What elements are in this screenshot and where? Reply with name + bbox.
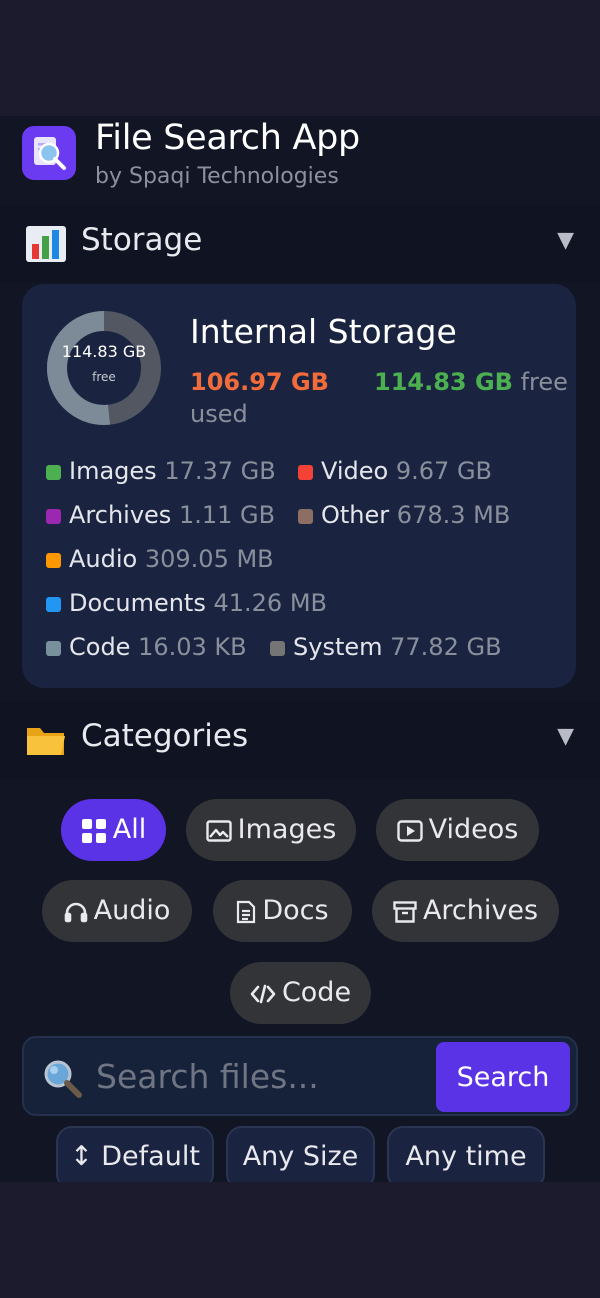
free-value: 114.83 GB — [374, 368, 513, 396]
storage-donut-chart — [47, 311, 161, 425]
time-filter-button[interactable]: Any time — [387, 1126, 545, 1182]
app-logo-icon — [22, 126, 76, 180]
legend-item-other: Other 678.3 MB — [298, 500, 510, 530]
search-input[interactable] — [96, 1048, 436, 1104]
app-header: File Search App by Spaqi Technologies — [0, 116, 600, 200]
donut-center-label: free — [92, 370, 116, 384]
storage-card: 114.83 GB free Internal Storage 106.97 G… — [22, 284, 576, 688]
search-bar: Search — [22, 1036, 578, 1116]
bar-chart-icon — [24, 224, 68, 264]
category-chip-audio[interactable]: Audio — [42, 880, 192, 942]
categories-section-header[interactable]: Categories ▼ — [0, 702, 600, 778]
storage-section-title: Storage — [81, 222, 203, 258]
free-label: free — [520, 368, 568, 396]
categories-section-title: Categories — [81, 718, 249, 754]
category-chip-all[interactable]: All — [61, 799, 166, 861]
legend-item-audio: Audio 309.05 MB — [46, 544, 274, 574]
used-label: used — [190, 400, 248, 428]
document-icon — [236, 900, 256, 924]
storage-section-header[interactable]: Storage ▼ — [0, 206, 600, 282]
size-filter-button[interactable]: Any Size — [226, 1126, 375, 1182]
legend-item-documents: Documents 41.26 MB — [46, 588, 327, 618]
donut-center-value: 114.83 GB — [61, 342, 147, 361]
legend-dot — [270, 641, 285, 656]
legend-item-archives: Archives 1.11 GB — [46, 500, 275, 530]
legend-dot — [46, 509, 61, 524]
folder-icon — [24, 720, 68, 760]
code-icon — [250, 983, 276, 1005]
legend-item-system: System 77.82 GB — [270, 632, 502, 662]
category-chip-archives[interactable]: Archives — [372, 880, 559, 942]
category-chip-code[interactable]: Code — [230, 962, 371, 1024]
grid-icon — [81, 818, 107, 844]
headphones-icon — [64, 901, 88, 923]
free-storage: 114.83 GB free — [374, 368, 568, 396]
legend-item-images: Images 17.37 GB — [46, 456, 276, 486]
legend-dot — [46, 597, 61, 612]
image-icon — [205, 819, 232, 842]
app-screen: File Search App by Spaqi Technologies St… — [0, 116, 600, 1182]
app-subtitle: by Spaqi Technologies — [95, 164, 339, 189]
categories-collapse-icon[interactable]: ▼ — [557, 724, 574, 749]
legend-item-video: Video 9.67 GB — [298, 456, 492, 486]
legend-dot — [46, 465, 61, 480]
category-chip-docs[interactable]: Docs — [213, 880, 352, 942]
storage-title: Internal Storage — [190, 312, 457, 351]
storage-collapse-icon[interactable]: ▼ — [557, 228, 574, 253]
legend-item-code: Code 16.03 KB — [46, 632, 247, 662]
legend-dot — [46, 641, 61, 656]
category-chip-videos[interactable]: Videos — [376, 799, 539, 861]
search-icon — [40, 1056, 84, 1100]
sort-filter-button[interactable]: ↕ Default — [56, 1126, 214, 1182]
search-button[interactable]: Search — [436, 1042, 570, 1112]
play-icon — [396, 819, 423, 842]
app-title: File Search App — [95, 118, 360, 158]
used-value: 106.97 GB — [190, 368, 329, 396]
legend-dot — [298, 509, 313, 524]
legend-dot — [46, 553, 61, 568]
legend-dot — [298, 465, 313, 480]
category-chip-images[interactable]: Images — [186, 799, 356, 861]
archive-icon — [393, 900, 417, 923]
